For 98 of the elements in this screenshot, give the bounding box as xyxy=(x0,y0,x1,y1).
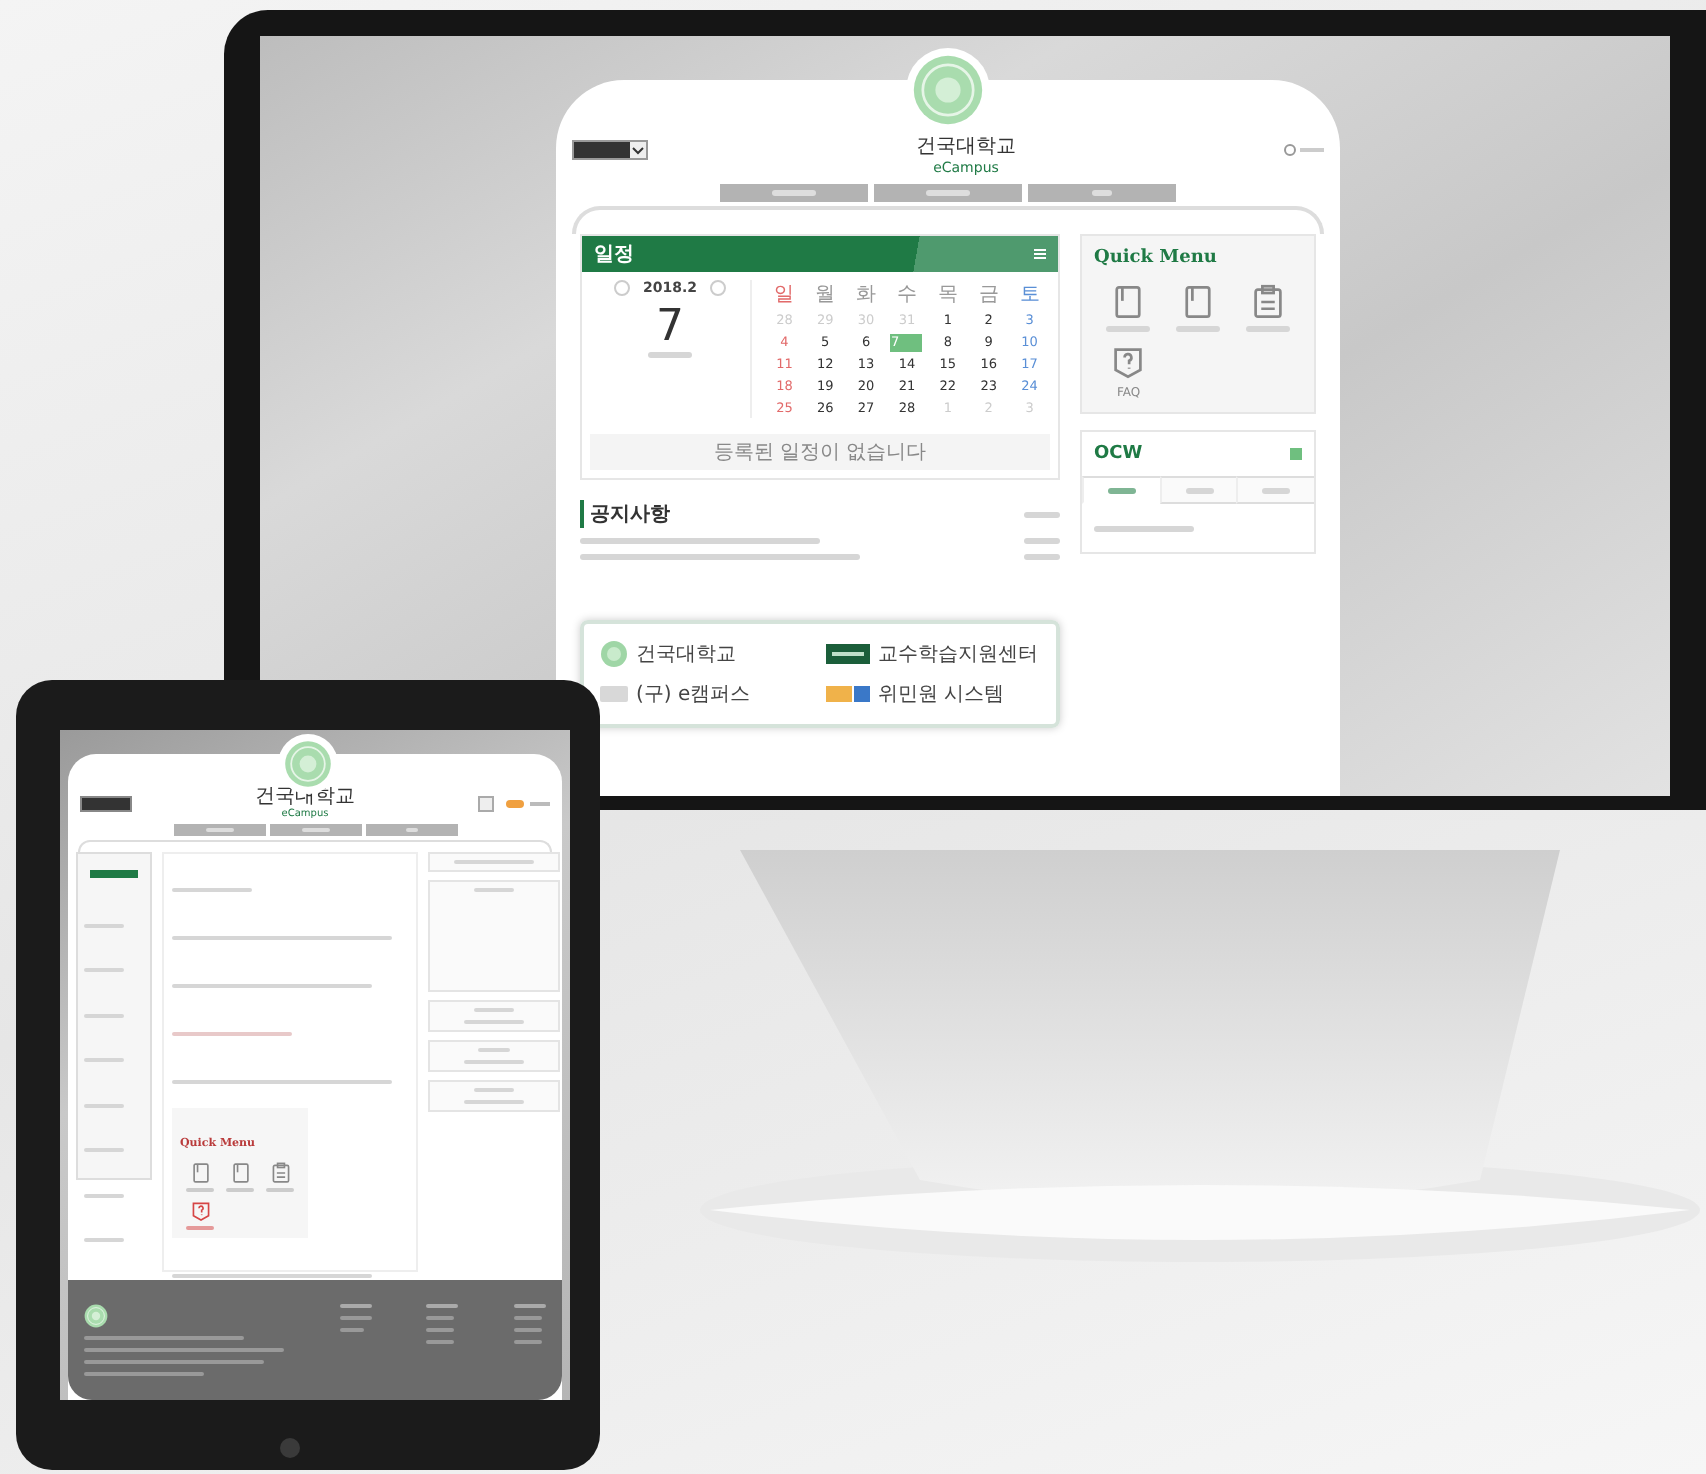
blurred-line xyxy=(84,1058,124,1063)
user-menu-icon[interactable] xyxy=(478,795,550,811)
add-icon[interactable] xyxy=(1290,448,1302,460)
blurred-line xyxy=(1262,487,1291,493)
blurred-line xyxy=(301,828,329,832)
site-link[interactable]: 건국대학교 xyxy=(636,640,736,668)
blurred-line xyxy=(464,1059,524,1064)
university-name: 건국대학교 xyxy=(916,134,1016,160)
nav-tab[interactable] xyxy=(173,824,265,836)
blurred-line xyxy=(513,1339,542,1344)
weekday-label: 목 xyxy=(935,282,960,308)
weekday-label: 토 xyxy=(1017,282,1042,308)
blurred-line xyxy=(405,828,417,832)
blurred-line xyxy=(186,1187,214,1192)
blurred-line xyxy=(84,1238,124,1243)
site-link[interactable]: 교수학습지원센터 xyxy=(878,640,1038,668)
login-icon[interactable] xyxy=(1284,144,1324,156)
blurred-line xyxy=(772,190,816,196)
weekday-label: 화 xyxy=(854,282,879,308)
clipboard-icon xyxy=(1249,284,1286,320)
clipboard-icon xyxy=(269,1161,291,1184)
blurred-line xyxy=(84,1148,124,1153)
blurred-line xyxy=(84,1013,124,1018)
blurred-line xyxy=(339,1315,372,1320)
blurred-line xyxy=(172,887,252,892)
nav-tab[interactable] xyxy=(874,184,1022,202)
blurred-line xyxy=(513,1303,546,1308)
weekday-label: 월 xyxy=(813,282,838,308)
weekday-label: 금 xyxy=(976,282,1001,308)
blurred-line xyxy=(84,1371,204,1376)
question-icon xyxy=(189,1199,211,1222)
blurred-line xyxy=(84,1103,124,1108)
blurred-line xyxy=(648,352,692,358)
blurred-line xyxy=(172,1031,292,1036)
blurred-line xyxy=(454,859,534,864)
ocw-tab[interactable] xyxy=(1236,476,1315,504)
list-icon[interactable] xyxy=(1034,248,1046,260)
home-button[interactable] xyxy=(280,1438,300,1458)
weekday-label: 일 xyxy=(772,282,797,308)
blurred-line xyxy=(1024,538,1060,544)
ocw-title: OCW xyxy=(1094,444,1143,464)
next-month-button[interactable] xyxy=(709,280,725,296)
blurred-line xyxy=(926,190,970,196)
blurred-line xyxy=(474,887,514,892)
blurred-line xyxy=(474,1087,514,1092)
document-icon xyxy=(189,1161,211,1184)
blurred-line xyxy=(1024,511,1060,517)
nav-tab[interactable] xyxy=(720,184,868,202)
blurred-line xyxy=(84,1193,124,1198)
document-icon xyxy=(229,1161,251,1184)
nav-tab[interactable] xyxy=(365,824,457,836)
notice-title: 공지사항 xyxy=(580,500,670,528)
selected-day: 7 xyxy=(656,302,684,352)
previous-month-button[interactable] xyxy=(614,280,631,296)
blurred-line xyxy=(464,1019,524,1024)
quick-menu-title: Quick Menu xyxy=(1094,248,1217,268)
blurred-line xyxy=(513,1327,542,1332)
blurred-line xyxy=(1092,190,1112,196)
blurred-line xyxy=(478,1047,510,1052)
university-seal-icon xyxy=(84,1303,108,1328)
blurred-line xyxy=(339,1303,372,1308)
blurred-line xyxy=(1094,526,1194,532)
blurred-line xyxy=(1107,487,1136,493)
blurred-line xyxy=(474,1007,514,1012)
blurred-line xyxy=(426,1339,455,1344)
language-select[interactable] xyxy=(572,140,648,160)
ocw-tab[interactable] xyxy=(1082,476,1160,504)
blurred-line xyxy=(513,1315,542,1320)
blurred-line xyxy=(426,1327,455,1332)
blurred-line xyxy=(339,1327,364,1332)
blurred-line xyxy=(1024,554,1060,560)
blurred-line xyxy=(226,1187,254,1192)
badge-icon xyxy=(826,644,870,664)
blurred-line xyxy=(266,1187,294,1192)
question-icon xyxy=(1110,344,1147,380)
blurred-line xyxy=(186,1225,214,1230)
blurred-line xyxy=(426,1303,459,1308)
blurred-line xyxy=(84,923,124,928)
tag-icon xyxy=(826,686,870,702)
language-select[interactable] xyxy=(80,795,132,811)
blurred-line xyxy=(464,1099,524,1104)
nav-tab[interactable] xyxy=(269,824,361,836)
blurred-line xyxy=(426,1315,455,1320)
weekday-label: 수 xyxy=(894,282,919,308)
document-icon xyxy=(1110,284,1147,320)
ocw-tab[interactable] xyxy=(1159,476,1237,504)
seal-icon xyxy=(600,640,628,668)
blurred-line xyxy=(84,968,124,973)
blurred-line xyxy=(205,828,233,832)
wordmark-icon xyxy=(600,686,628,702)
blurred-line xyxy=(1185,487,1213,493)
site-link[interactable]: (구) e캠퍼스 xyxy=(636,680,751,708)
schedule-title: 일정 xyxy=(594,242,634,268)
empty-schedule-message: 등록된 일정이 없습니다 xyxy=(590,434,1050,470)
caret-icon xyxy=(630,142,646,158)
document-icon xyxy=(1179,284,1216,320)
site-link[interactable]: 위민원 시스템 xyxy=(878,680,1005,708)
nav-tab[interactable] xyxy=(1028,184,1176,202)
